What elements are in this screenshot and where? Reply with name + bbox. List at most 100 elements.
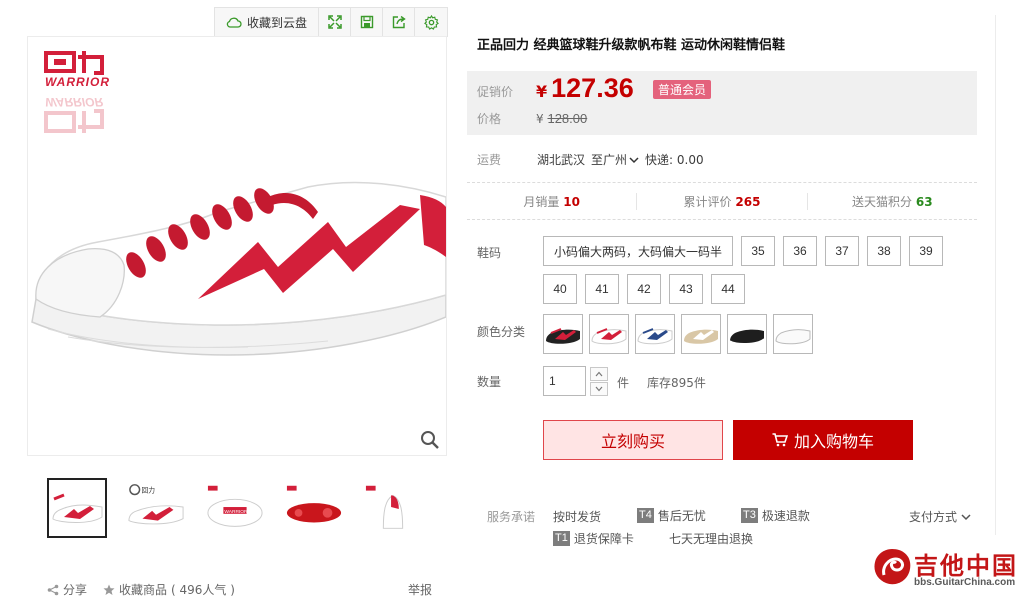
service-label: 服务承诺	[487, 510, 536, 524]
buy-now-label: 立刻购买	[600, 432, 665, 451]
monthly-sales-value: 10	[563, 194, 580, 209]
thumbnail-sole[interactable]	[284, 478, 344, 538]
original-price: ¥ 128.00	[536, 111, 587, 126]
reward-points: 送天猫积分 63	[808, 193, 977, 210]
color-option-black-red[interactable]	[543, 314, 583, 354]
thumbnail-side[interactable]: 回力	[126, 478, 186, 538]
color-option-beige[interactable]	[681, 314, 721, 354]
quantity-unit: 件	[617, 376, 630, 390]
quantity-increase-button[interactable]	[590, 367, 608, 381]
shipping-to: 至广州	[591, 153, 628, 167]
save-icon	[360, 15, 373, 29]
color-option-black[interactable]	[727, 314, 767, 354]
t4-tag: T4	[637, 508, 654, 523]
shipping-to-select[interactable]: 至广州	[591, 151, 645, 168]
size-option[interactable]: 42	[627, 274, 661, 304]
size-option[interactable]: 37	[825, 236, 860, 266]
reward-points-value: 63	[915, 194, 933, 209]
t1-tag: T1	[553, 531, 570, 546]
quantity-label: 数量	[477, 375, 502, 389]
star-icon	[103, 584, 115, 595]
service-seven-day[interactable]: 七天无理由退换	[669, 530, 753, 547]
quantity-decrease-button[interactable]	[590, 382, 608, 396]
shipping-express: 快递: 0.00	[645, 153, 704, 167]
share-button[interactable]: 分享	[47, 581, 87, 597]
swatch-image	[684, 329, 718, 344]
size-options: 小码偏大两码，大码偏大一码半 35 36 37 38 39 40 41 42 4…	[543, 236, 963, 304]
quantity-input[interactable]	[543, 366, 586, 396]
thumbnail-image	[286, 485, 342, 523]
watermark-url: bbs.GuitarChina.com	[914, 577, 1016, 588]
size-option[interactable]: 40	[543, 274, 577, 304]
payment-label: 支付方式	[909, 510, 958, 524]
buy-now-button[interactable]: 立刻购买	[543, 420, 723, 460]
color-options	[543, 314, 813, 354]
shipping-label: 运费	[477, 153, 502, 167]
divider	[467, 219, 977, 220]
thumbnail-back[interactable]	[363, 478, 423, 538]
image-toolbar: 收藏到云盘	[214, 7, 448, 37]
main-product-image[interactable]: WARRIOR WARRIOR	[27, 36, 447, 456]
service-t1[interactable]: T1 退货保障卡	[553, 530, 634, 547]
zoom-icon[interactable]	[420, 430, 440, 450]
size-option[interactable]: 44	[711, 274, 745, 304]
size-option[interactable]: 39	[909, 236, 944, 266]
svg-text:WARRIOR: WARRIOR	[224, 509, 248, 515]
reward-points-label: 送天猫积分	[852, 194, 913, 209]
thumbnail-image	[365, 485, 404, 529]
color-option-white-red[interactable]	[589, 314, 629, 354]
color-option-white[interactable]	[773, 314, 813, 354]
svg-text:WARRIOR: WARRIOR	[45, 75, 110, 89]
size-option[interactable]: 36	[783, 236, 818, 266]
service-t4[interactable]: T4 售后无忧	[637, 507, 706, 524]
t3-label: 极速退款	[761, 509, 810, 523]
settings-button[interactable]	[415, 8, 447, 36]
original-price-value: 128.00	[547, 111, 588, 126]
color-option-white-blue[interactable]	[635, 314, 675, 354]
thumbnail-image	[52, 493, 103, 523]
swatch-image	[546, 328, 580, 344]
member-badge: 普通会员	[653, 80, 712, 99]
stock-count: 库存895件	[647, 376, 706, 390]
thumbnail-image: 回力	[128, 484, 184, 525]
size-note-option[interactable]: 小码偏大两码，大码偏大一码半	[543, 236, 734, 266]
payment-methods-dropdown[interactable]: 支付方式	[909, 508, 971, 525]
share-out-icon	[392, 15, 406, 29]
share-bar: 分享 收藏商品 ( 496人气 ) 举报	[47, 581, 432, 597]
total-reviews-label: 累计评价	[683, 194, 732, 209]
service-t3[interactable]: T3 极速退款	[741, 507, 810, 524]
share-icon	[47, 584, 59, 595]
t3-tag: T3	[741, 508, 758, 523]
add-to-cart-label: 加入购物车	[793, 432, 874, 451]
shipping-from: 湖北武汉	[537, 153, 586, 167]
shipping-row: 运费 湖北武汉 至广州 快递: 0.00	[477, 151, 704, 168]
promo-price: ¥ 127.36	[536, 73, 634, 104]
color-label: 颜色分类	[477, 325, 526, 339]
svg-text:WARRIOR: WARRIOR	[45, 95, 103, 109]
share-label: 分享	[63, 583, 88, 597]
fullscreen-button[interactable]	[319, 8, 351, 36]
favorite-button[interactable]: 收藏商品 ( 496人气 )	[103, 581, 235, 597]
total-reviews[interactable]: 累计评价 265	[637, 192, 808, 210]
share-out-button[interactable]	[383, 8, 415, 36]
t1-label: 退货保障卡	[573, 532, 634, 546]
svg-text:回力: 回力	[142, 486, 156, 495]
monthly-sales-label: 月销量	[523, 194, 560, 209]
thumbnail-strip: 回力 WARRIOR	[47, 478, 423, 538]
save-to-cloud-button[interactable]: 收藏到云盘	[215, 8, 319, 36]
service-on-time[interactable]: 按时发货	[553, 508, 601, 525]
warrior-logo: WARRIOR WARRIOR	[44, 51, 110, 133]
size-option[interactable]: 38	[867, 236, 902, 266]
favorite-label: 收藏商品	[119, 583, 168, 597]
add-to-cart-button[interactable]: 加入购物车	[733, 420, 913, 460]
size-option[interactable]: 35	[741, 236, 776, 266]
t4-label: 售后无忧	[657, 509, 706, 523]
size-option[interactable]: 43	[669, 274, 703, 304]
thumbnail-front[interactable]	[47, 478, 107, 538]
thumbnail-top[interactable]: WARRIOR	[205, 478, 265, 538]
save-image-button[interactable]	[351, 8, 383, 36]
watermark-text: 吉他中国	[914, 552, 1018, 580]
size-option[interactable]: 41	[585, 274, 619, 304]
report-link[interactable]: 举报	[408, 581, 432, 597]
promo-price-label: 促销价	[477, 85, 514, 99]
